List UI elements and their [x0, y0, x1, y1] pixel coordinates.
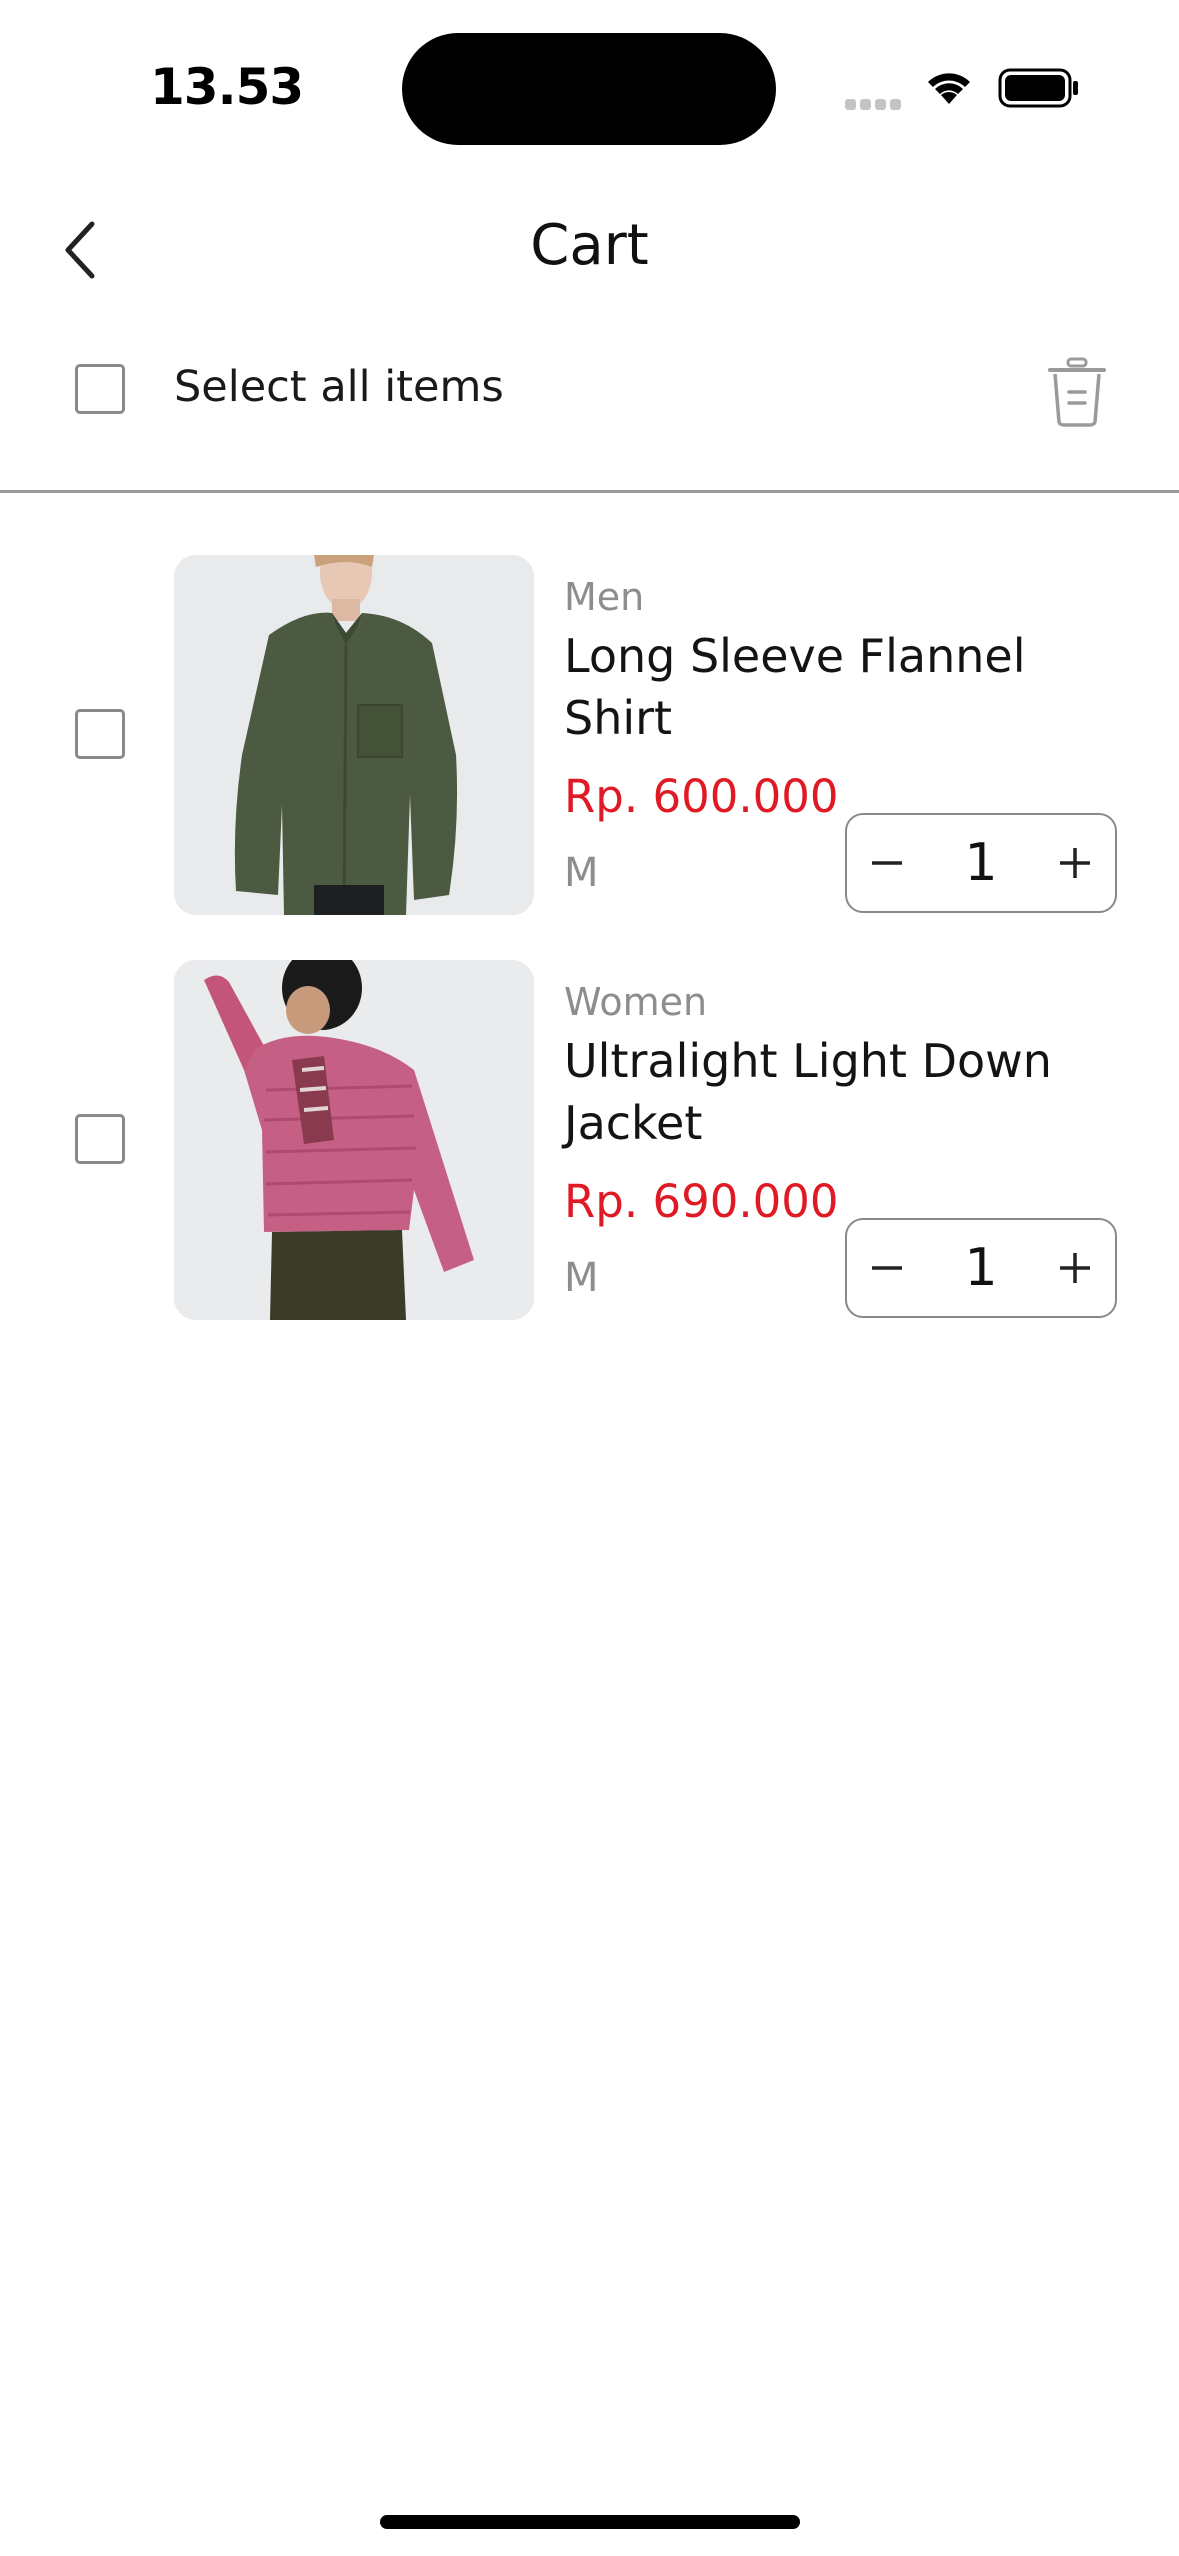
item-checkbox[interactable] [75, 709, 125, 759]
product-price: Rp. 600.000 [564, 770, 839, 823]
minus-icon [872, 861, 902, 865]
battery-icon [998, 68, 1080, 112]
product-category: Women [564, 980, 708, 1024]
product-category: Men [564, 575, 645, 619]
page-title: Cart [530, 213, 649, 278]
plus-icon [1060, 848, 1090, 878]
decrement-button[interactable] [847, 815, 927, 911]
select-all-checkbox[interactable] [75, 364, 125, 414]
increment-button[interactable] [1035, 815, 1115, 911]
decrement-button[interactable] [847, 1220, 927, 1316]
product-image[interactable] [174, 555, 534, 915]
product-size: M [564, 850, 599, 896]
minus-icon [872, 1266, 902, 1270]
product-image[interactable] [174, 960, 534, 1320]
trash-icon [1048, 357, 1106, 427]
divider [0, 490, 1179, 493]
product-size: M [564, 1255, 599, 1301]
select-all-label: Select all items [174, 362, 504, 412]
delete-button[interactable] [1044, 356, 1110, 432]
quantity-value: 1 [964, 1238, 998, 1298]
cellular-signal-icon [845, 95, 905, 114]
quantity-value: 1 [964, 833, 998, 893]
status-time: 13.53 [150, 58, 304, 116]
item-checkbox[interactable] [75, 1114, 125, 1164]
wifi-icon [922, 64, 976, 110]
dynamic-island [402, 33, 776, 145]
product-price: Rp. 690.000 [564, 1175, 839, 1228]
plus-icon [1060, 1253, 1090, 1283]
increment-button[interactable] [1035, 1220, 1115, 1316]
home-indicator[interactable] [380, 2515, 800, 2529]
product-name[interactable]: Ultralight Light Down Jacket [564, 1030, 1104, 1154]
quantity-stepper: 1 [845, 1218, 1117, 1318]
quantity-stepper: 1 [845, 813, 1117, 913]
product-name[interactable]: Long Sleeve Flannel Shirt [564, 625, 1104, 749]
